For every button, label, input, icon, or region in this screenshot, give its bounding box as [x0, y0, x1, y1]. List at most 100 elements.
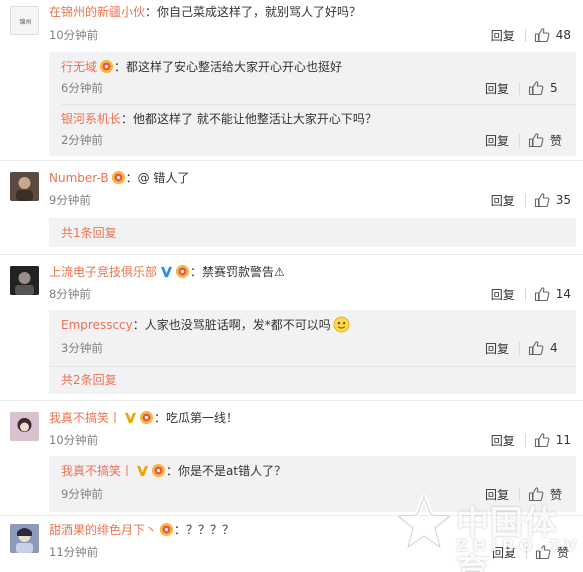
like-count: 11: [555, 433, 571, 447]
comment-divider: [0, 400, 583, 401]
reply-separator: ：: [166, 464, 179, 478]
reply-line: Empressccy：人家也没骂脏话啊，发*都不可以吗: [61, 316, 350, 334]
thumbs-up-icon[interactable]: [534, 432, 550, 448]
avatar[interactable]: [10, 266, 39, 295]
avatar-image-icon: [10, 524, 39, 553]
thumbs-up-icon[interactable]: [534, 192, 550, 208]
like-count: 14: [555, 287, 571, 301]
reply-text: 都这样了安心整活给大家开心开心也挺好: [126, 60, 343, 74]
svg-text:锦州: 锦州: [19, 18, 31, 26]
comment-line: 在锦州的新疆小伙：你自己菜成这样了，就别骂人了好吗？: [49, 3, 361, 21]
reply-button[interactable]: 回复: [485, 486, 509, 503]
action-separator: [519, 81, 520, 95]
avatar-image-icon: 锦州: [11, 7, 38, 34]
verified-gold-v-icon: [124, 412, 137, 424]
avatar-image-icon: [10, 266, 39, 295]
comment-username[interactable]: Number-B: [49, 171, 109, 185]
fan-badge-icon: [151, 463, 166, 478]
action-separator: [519, 487, 520, 501]
avatar[interactable]: 锦州: [10, 6, 39, 35]
comment-actions: 回复 14: [491, 286, 571, 302]
thumbs-up-icon[interactable]: [528, 486, 544, 502]
comment-separator: ：: [154, 411, 167, 425]
reply-separator: ：: [132, 318, 145, 332]
reply-list: Empressccy：人家也没骂脏话啊，发*都不可以吗 3分钟前 回复 4 共2…: [49, 310, 576, 394]
reply-list: 行无域 ：都这样了安心整活给大家开心开心也挺好 6分钟前 回复 5 银河系机长：他…: [49, 52, 576, 156]
reply-time: 6分钟前: [61, 81, 103, 95]
reply-actions: 回复 5: [485, 80, 564, 96]
fan-badge-icon: [175, 264, 190, 279]
more-replies-link[interactable]: 共2条回复: [61, 371, 117, 389]
reply-button[interactable]: 回复: [485, 80, 509, 97]
comment-time: 11分钟前: [49, 545, 99, 559]
reply-button[interactable]: 回复: [485, 132, 509, 149]
reply-username[interactable]: 我真不搞笑丨: [61, 464, 133, 478]
reply-button[interactable]: 回复: [492, 544, 516, 561]
comment-text: 吃瓜第一线！: [166, 411, 239, 425]
comment-time: 10分钟前: [49, 28, 99, 42]
comment-text: @ 错人了: [137, 171, 190, 185]
thumbs-up-icon[interactable]: [534, 27, 550, 43]
reply-text: 他都这样了 就不能让他整活让大家开心下吗？: [133, 112, 377, 126]
reply-actions: 回复 赞: [485, 132, 564, 148]
fan-badge-icon: [159, 522, 174, 537]
avatar-image-icon: [10, 172, 39, 201]
reply-button[interactable]: 回复: [485, 340, 509, 357]
avatar[interactable]: [10, 412, 39, 441]
reply-item: 行无域 ：都这样了安心整活给大家开心开心也挺好 6分钟前 回复 5: [49, 52, 576, 102]
reply-line: 行无域 ：都这样了安心整活给大家开心开心也挺好: [61, 58, 342, 76]
comment-line: 甜酒果的绯色月下丶 ：？？？？: [49, 521, 234, 539]
comment-item: 我真不搞笑丨 ：吃瓜第一线！ 10分钟前 回复 11 我真不搞笑丨 ：你是不是at错…: [0, 406, 583, 514]
action-separator: [524, 193, 526, 207]
reply-actions: 回复 4: [485, 340, 564, 356]
verified-blue-v-icon: [160, 266, 173, 278]
comment-text: 禁赛罚款警告⚠: [202, 265, 285, 279]
thumbs-up-icon[interactable]: [528, 80, 544, 96]
comment-time: 9分钟前: [49, 193, 91, 207]
reply-list: 我真不搞笑丨 ：你是不是at错人了？ 9分钟前 回复 赞: [49, 456, 576, 512]
reply-item: 我真不搞笑丨 ：你是不是at错人了？ 9分钟前 回复 赞: [49, 456, 576, 512]
reply-button[interactable]: 回复: [491, 286, 515, 303]
comment-username[interactable]: 上流电子竞技俱乐部: [49, 265, 157, 279]
comment-separator: ：: [190, 265, 203, 279]
like-count: 赞: [550, 487, 563, 502]
thumbs-up-icon[interactable]: [528, 340, 544, 356]
comment-username[interactable]: 我真不搞笑丨: [49, 411, 121, 425]
comment-username[interactable]: 甜酒果的绯色月下丶: [49, 523, 157, 537]
comment-username[interactable]: 在锦州的新疆小伙: [49, 5, 145, 19]
thumbs-up-icon[interactable]: [528, 132, 544, 148]
reply-username[interactable]: 银河系机长: [61, 112, 121, 126]
comment-divider: [0, 254, 583, 255]
reply-separator: ：: [121, 112, 134, 126]
reply-button[interactable]: 回复: [491, 27, 515, 44]
reply-username[interactable]: 行无域: [61, 60, 97, 74]
comment-line: 我真不搞笑丨 ：吃瓜第一线！: [49, 409, 238, 427]
avatar[interactable]: [10, 172, 39, 201]
reply-separator: ：: [114, 60, 127, 74]
thumbs-up-icon[interactable]: [535, 544, 551, 560]
comment-actions: 回复 48: [491, 27, 571, 43]
action-separator: [519, 133, 520, 147]
like-count: 5: [550, 81, 558, 95]
comment-actions: 回复 赞: [492, 544, 571, 560]
comment-actions: 回复 11: [491, 432, 571, 448]
reply-time: 3分钟前: [61, 341, 103, 355]
thumbs-up-icon[interactable]: [534, 286, 550, 302]
verified-gold-v-icon: [136, 465, 149, 477]
comment-text: ？？？？: [186, 523, 235, 537]
comment-divider: [0, 515, 583, 516]
comment-text: 你自己菜成这样了，就别骂人了好吗？: [157, 5, 362, 19]
action-separator: [524, 28, 526, 42]
reply-username[interactable]: Empressccy: [61, 318, 133, 332]
reply-button[interactable]: 回复: [491, 192, 515, 209]
comment-line: 上流电子竞技俱乐部 ：禁赛罚款警告⚠: [49, 263, 285, 281]
more-replies-link[interactable]: 共1条回复: [61, 224, 117, 242]
reply-button[interactable]: 回复: [491, 432, 515, 449]
reply-time: 2分钟前: [61, 133, 103, 147]
avatar[interactable]: [10, 524, 39, 553]
comment-line: Number-B ：@ 错人了: [49, 169, 189, 187]
action-separator: [526, 545, 527, 559]
reply-actions: 回复 赞: [485, 486, 564, 502]
comment-time: 8分钟前: [49, 287, 91, 301]
comment-item: 上流电子竞技俱乐部 ：禁赛罚款警告⚠ 8分钟前 回复 14 Empressccy：…: [0, 260, 583, 396]
